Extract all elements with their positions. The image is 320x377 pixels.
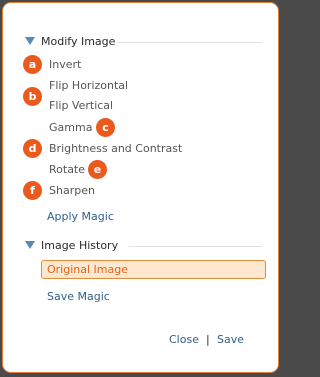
badge-e: e xyxy=(88,160,107,179)
badge-c: c xyxy=(96,118,115,137)
original-image-item[interactable]: Original Image xyxy=(41,260,266,279)
close-link[interactable]: Close xyxy=(169,333,199,347)
footer-separator: | xyxy=(206,333,210,346)
header-divider xyxy=(117,42,262,43)
badge-a: a xyxy=(23,55,42,74)
badge-f: f xyxy=(23,181,42,200)
rotate-option[interactable]: Rotate xyxy=(49,163,85,177)
image-magic-panel: Modify Image Invert Flip Horizontal Flip… xyxy=(2,2,279,373)
sharpen-option[interactable]: Sharpen xyxy=(49,184,95,198)
invert-option[interactable]: Invert xyxy=(49,58,81,72)
expand-triangle-icon[interactable] xyxy=(25,241,35,249)
save-magic-link[interactable]: Save Magic xyxy=(47,290,110,304)
flip-horizontal-option[interactable]: Flip Horizontal xyxy=(49,79,128,93)
gamma-option[interactable]: Gamma xyxy=(49,121,92,135)
modify-image-title: Modify Image xyxy=(41,35,116,48)
image-history-header[interactable]: Image History xyxy=(25,239,262,253)
apply-magic-link[interactable]: Apply Magic xyxy=(47,210,114,224)
badge-d: d xyxy=(23,139,42,158)
image-history-title: Image History xyxy=(41,239,119,252)
modify-image-header[interactable]: Modify Image xyxy=(25,35,262,49)
flip-vertical-option[interactable]: Flip Vertical xyxy=(49,99,113,113)
expand-triangle-icon[interactable] xyxy=(25,37,35,45)
badge-b: b xyxy=(23,87,42,106)
save-link[interactable]: Save xyxy=(217,333,244,347)
brightness-contrast-option[interactable]: Brightness and Contrast xyxy=(49,142,182,156)
header-divider xyxy=(129,246,262,247)
